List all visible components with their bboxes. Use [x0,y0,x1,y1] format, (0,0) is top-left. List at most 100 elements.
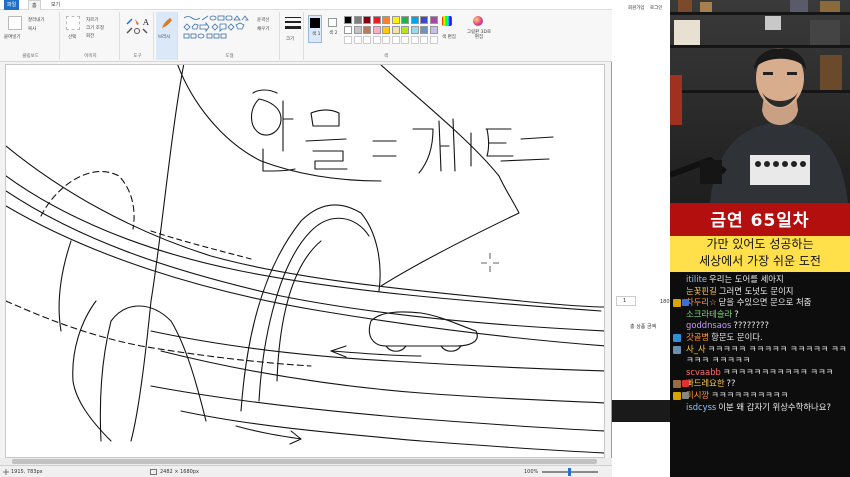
paint3d-group: 그림판 3D로 편집 [466,12,492,60]
colors-group-label: 색 [383,54,389,59]
scroll-thumb[interactable] [12,459,597,464]
user-badge-icon [682,380,689,388]
chat-message: isdcyss 이분 왜 갑자기 위상수학하나요? [686,402,847,414]
palette-swatch[interactable] [372,16,381,24]
palette-swatch[interactable] [363,16,371,24]
palette-swatch[interactable] [410,26,419,34]
chat-nickname[interactable]: scvaabb [686,367,721,377]
palette-custom-slot[interactable] [401,36,409,44]
colors-group: 색 1 색 2 색 편집 색 [306,12,466,60]
image-group-label: 이미지 [84,54,97,59]
size-group: 크기 [282,12,304,60]
user-badge-icon [673,380,681,389]
palette-swatch[interactable] [401,16,409,24]
chat-message: 갓골병 항문도 문이다. [673,332,847,344]
chat-text: ㅋㅋㅋㅋㅋㅋㅋㅋㅋㅋ [711,389,789,400]
chat-nickname[interactable]: 차두리☆ [686,297,717,307]
stream-subtitle: 가만 있어도 성공하는 세상에서 가장 쉬운 도전 [670,236,850,272]
outline-button[interactable]: 윤곽선 [257,17,269,23]
color1-selector[interactable]: 색 1 [308,15,322,43]
paint3d-label: 그림판 3D로 편집 [466,30,492,40]
total-price-label: 총 상품 금액 [630,324,657,330]
horizontal-scrollbar[interactable] [0,458,612,465]
ribbon: 붙여넣기 잘라내기 복사 클립보드 선택 자르기 크기 조정 회전 이미지 A … [0,10,612,62]
palette-swatch[interactable] [420,16,428,24]
shapes-gallery[interactable] [182,15,254,41]
chat-nickname[interactable]: 빠드레요한 [686,378,725,388]
paste-icon[interactable] [8,16,22,30]
image-size-icon [150,469,157,475]
palette-swatch[interactable] [382,16,390,24]
zoom-slider-handle[interactable] [568,468,571,476]
palette-swatch[interactable] [353,16,362,24]
color2-selector[interactable]: 색 2 [326,15,340,43]
chat-nickname[interactable]: 사_사 [686,344,706,354]
edit-colors-label: 색 편집 [442,35,456,40]
paint-window: 파일 홈 보기 붙여넣기 잘라내기 복사 클립보드 선택 자르기 크기 조정 회… [0,0,612,477]
palette-swatch[interactable] [344,26,352,34]
edit-colors-icon[interactable] [442,16,452,26]
brush-icon[interactable] [160,16,174,30]
copy-button[interactable]: 복사 [28,26,36,32]
select-icon[interactable] [66,16,80,30]
palette-custom-slot[interactable] [344,36,352,44]
fill-button[interactable]: 채우기 [257,26,269,32]
chat-text: ㅋㅋㅋㅋㅋ ㅋㅋㅋㅋㅋ ㅋㅋㅋㅋㅋ ㅋㅋㅋㅋㅋ ㅋㅋㅋㅋㅋ [686,343,847,366]
palette-swatch[interactable] [429,16,438,24]
palette-custom-slot[interactable] [353,36,362,44]
login-link[interactable]: 로그인 [650,5,662,11]
brushes-group: 브러시 [156,12,178,60]
drawing-canvas[interactable] [5,64,605,458]
palette-custom-slot[interactable] [363,36,371,44]
palette-swatch[interactable] [410,16,419,24]
image-group: 선택 자르기 크기 조정 회전 이미지 [62,12,120,60]
palette-custom-slot[interactable] [429,36,438,44]
paint3d-icon[interactable] [473,16,483,26]
palette-custom-slot[interactable] [372,36,381,44]
quantity-value: 1 [623,298,627,304]
cursor-position: 1915, 783px [11,469,43,475]
chat-nickname[interactable]: isdcyss [686,402,716,412]
crop-button[interactable]: 자르기 [86,17,98,23]
palette-swatch[interactable] [382,26,390,34]
user-badge-icon [682,391,689,399]
chat-text: ㅋㅋㅋㅋㅋㅋㅋㅋㅋㅋㅋ ㅋㅋㅋ [722,366,834,377]
palette-custom-slot[interactable] [410,36,419,44]
palette-swatch[interactable] [363,26,371,34]
chat-text: 닫을 수있으면 문으로 처줌 [718,297,812,308]
resize-button[interactable]: 크기 조정 [86,25,104,31]
palette-swatch[interactable] [344,16,352,24]
chat-text: ?? [726,378,736,389]
palette-swatch[interactable] [429,26,438,34]
palette-swatch[interactable] [353,26,362,34]
tab-home[interactable]: 홈 [28,0,41,10]
palette-swatch[interactable] [391,26,400,34]
image-dimensions: 2482 × 1680px [160,469,199,475]
palette-custom-slot[interactable] [391,36,400,44]
palette-swatch[interactable] [401,26,409,34]
price-value: 180 [660,299,670,305]
tools-icons[interactable]: A [125,16,151,36]
chat-nickname[interactable]: itilite [686,274,707,284]
chat-message: 차두리☆ 닫을 수있으면 문으로 처줌 [673,297,847,309]
palette-custom-slot[interactable] [382,36,390,44]
chat-nickname[interactable]: goddnsaos [686,320,731,330]
signup-link[interactable]: 회원가입 [628,5,645,11]
palette-swatch[interactable] [420,26,428,34]
palette-custom-slot[interactable] [420,36,428,44]
quantity-stepper[interactable]: 1 [616,296,636,306]
chat-nickname[interactable]: 소크라테슬라 [686,309,732,319]
size-icon[interactable] [285,16,301,32]
palette-swatch[interactable] [391,16,400,24]
cut-button[interactable]: 잘라내기 [28,17,45,23]
shapes-group: 윤곽선 채우기 도형 [180,12,280,60]
rotate-button[interactable]: 회전 [86,33,94,39]
palette-swatch[interactable] [372,26,381,34]
tab-view[interactable]: 보기 [48,0,63,10]
chat-nickname[interactable]: 갓골병 [686,332,709,342]
chat-panel: itilite 우리는 도어를 세아지 눈꽃핀길 그러면 도넛도 문이지 차두리☆ 닫을 … [670,272,850,477]
chat-nickname[interactable]: 눈꽃핀길 [686,286,717,296]
shapes-group-label: 도형 [225,54,234,59]
tab-file[interactable]: 파일 [4,0,20,10]
chat-nickname[interactable]: 미시깡 [686,390,709,400]
